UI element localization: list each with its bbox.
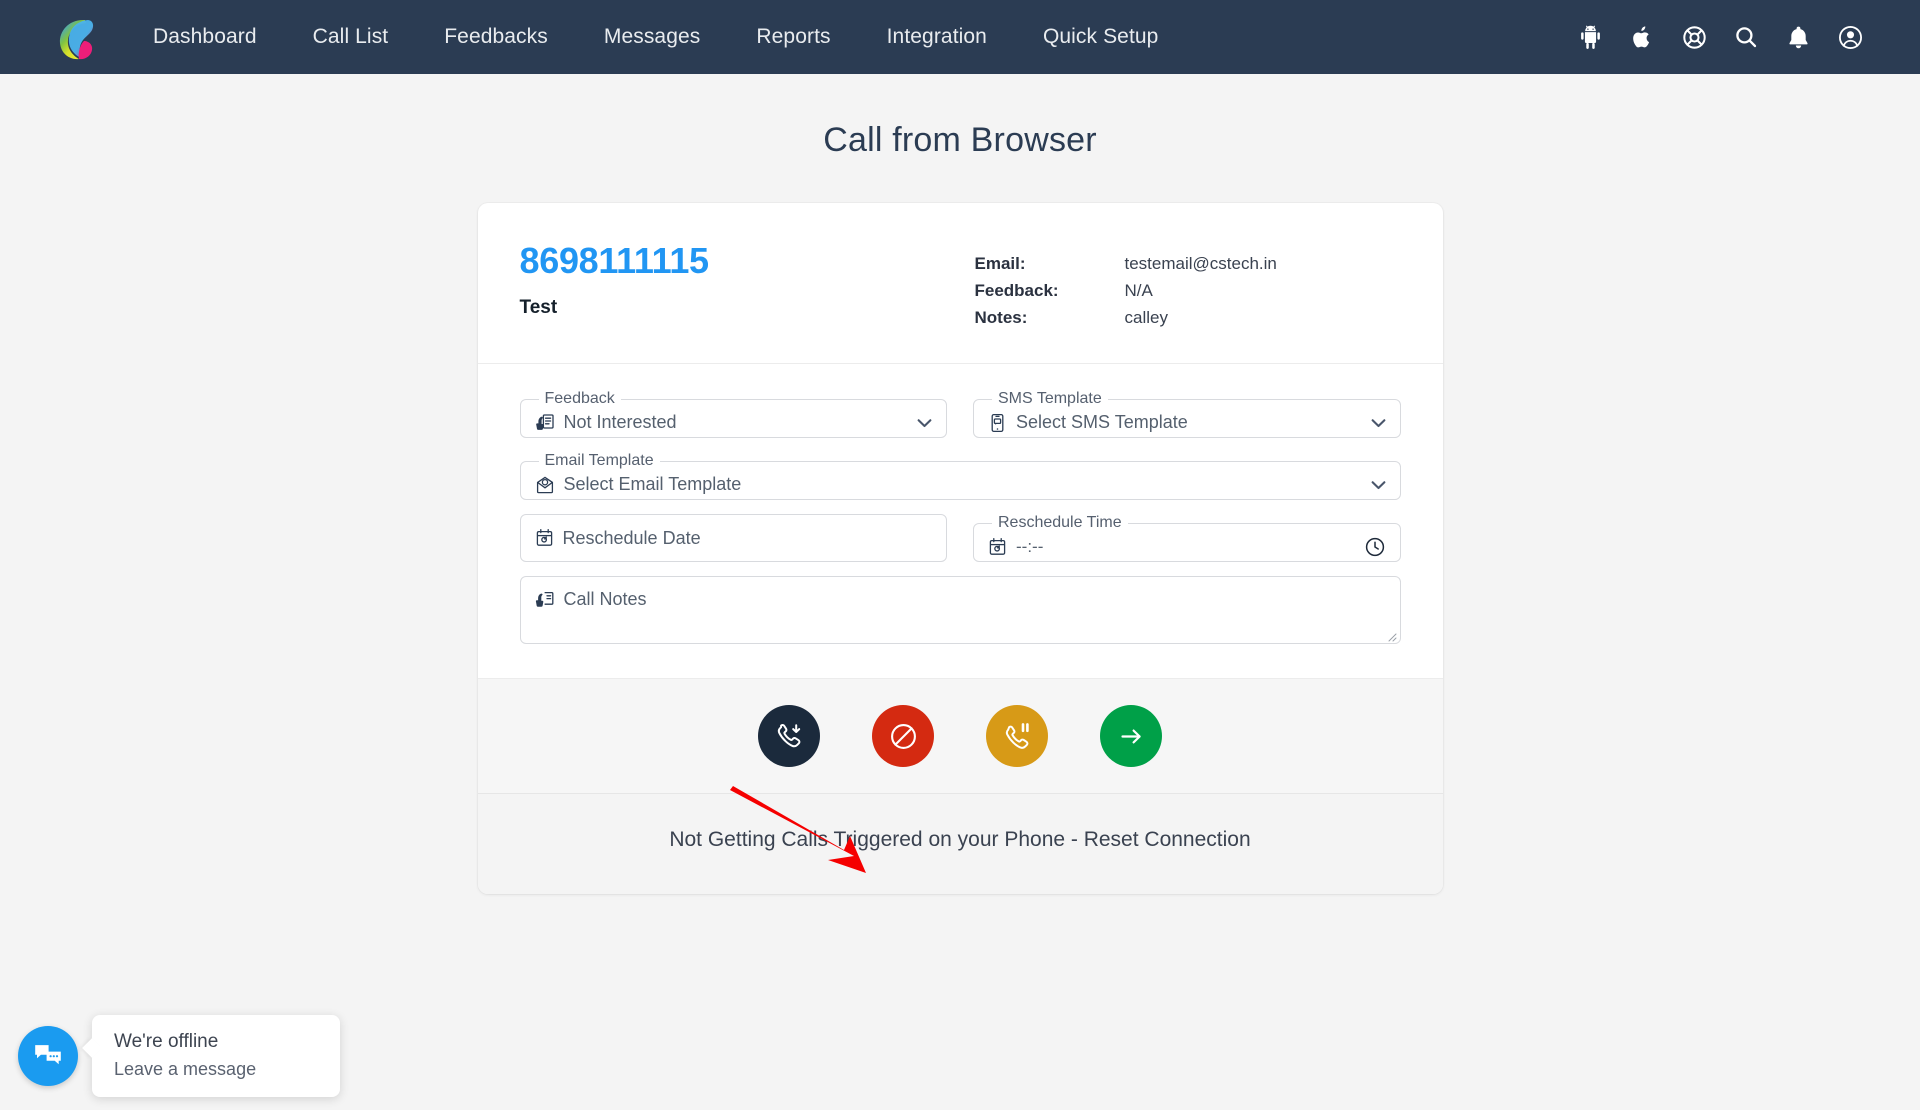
- nav-item: Integration: [859, 0, 1015, 74]
- notes-hand-icon: [535, 590, 555, 610]
- apple-icon[interactable]: [1616, 11, 1668, 63]
- chat-bubbles-icon: [35, 1045, 61, 1065]
- detail-value-notes: calley: [1124, 308, 1168, 327]
- contact-phone-number: 8698111115: [519, 240, 710, 281]
- sms-template-select[interactable]: SMS Template Select SMS Template: [973, 390, 1401, 438]
- nav-link-messages[interactable]: Messages: [576, 0, 729, 74]
- lifebuoy-icon[interactable]: [1668, 11, 1720, 63]
- contact-details: Email: testemail@cstech.in Feedback: N/A…: [975, 243, 1401, 331]
- nav-link-integration[interactable]: Integration: [859, 0, 1015, 74]
- nav-link-dashboard[interactable]: Dashboard: [125, 0, 285, 74]
- reschedule-time-field: Reschedule Time --:--: [973, 514, 1401, 562]
- block-ban-icon: [890, 723, 916, 749]
- nav-link-call-list[interactable]: Call List: [285, 0, 417, 74]
- email-template-field: Email Template Select Email Template: [519, 452, 1401, 500]
- nav-link-quick-setup[interactable]: Quick Setup: [1015, 0, 1187, 74]
- clock-icon[interactable]: [1364, 536, 1386, 558]
- arrow-right-icon: [1120, 729, 1141, 743]
- call-notes-field: Call Notes: [519, 576, 1401, 644]
- phone-down-icon: [777, 724, 801, 748]
- detail-value-feedback: N/A: [1124, 281, 1153, 300]
- feedback-field: Feedback Not Interested: [519, 390, 947, 438]
- sms-template-value: Select SMS Template: [1016, 412, 1188, 432]
- resize-handle[interactable]: [1385, 629, 1397, 642]
- nav-item: Dashboard: [125, 0, 285, 74]
- page-content: Call from Browser 8698111115 Test Email:…: [0, 74, 1920, 1110]
- detail-label-email: Email:: [974, 254, 1026, 273]
- android-icon[interactable]: [1564, 11, 1616, 63]
- nav-links-list: Dashboard Call List Feedbacks Messages R…: [125, 0, 1186, 74]
- contact-name: Test: [519, 297, 558, 318]
- contact-block: 8698111115 Test: [520, 243, 975, 319]
- nav-item: Feedbacks: [416, 0, 576, 74]
- hangup-call-button[interactable]: [758, 705, 820, 767]
- form-row-1: Feedback Not Interested SMS Template Sel…: [519, 390, 1401, 438]
- nav-item: Reports: [728, 0, 858, 74]
- detail-label-notes: Notes:: [974, 308, 1028, 327]
- detail-value-email: testemail@cstech.in: [1124, 254, 1277, 273]
- nav-item: Call List: [285, 0, 417, 74]
- card-header: 8698111115 Test Email: testemail@cstech.…: [477, 203, 1443, 364]
- calley-logo[interactable]: [55, 14, 97, 62]
- card-body: Feedback Not Interested SMS Template Sel…: [478, 364, 1443, 678]
- chevron-down-icon[interactable]: [1371, 418, 1386, 428]
- detail-row-email: Email: testemail@cstech.in: [975, 250, 1401, 277]
- chat-status-title: We're offline: [114, 1031, 219, 1053]
- page-title: Call from Browser: [823, 121, 1097, 159]
- chat-widget: We're offline Leave a message: [18, 1015, 340, 1097]
- calendar-icon: [535, 528, 554, 548]
- block-number-button[interactable]: [872, 705, 934, 767]
- nav-item: Messages: [576, 0, 729, 74]
- top-navbar: Dashboard Call List Feedbacks Messages R…: [0, 0, 1920, 74]
- form-row-2: Email Template Select Email Template: [519, 452, 1401, 500]
- feedback-legend: Feedback: [544, 390, 615, 407]
- calendar-icon: [988, 537, 1007, 557]
- search-icon[interactable]: [1720, 11, 1772, 63]
- reschedule-time-input[interactable]: Reschedule Time --:--: [973, 514, 1401, 562]
- navbar-actions: [1564, 0, 1876, 74]
- feedback-value: Not Interested: [563, 412, 677, 432]
- reset-connection-note[interactable]: Not Getting Calls Triggered on your Phon…: [477, 793, 1443, 894]
- phone-pause-icon: [1005, 723, 1029, 749]
- feedback-select[interactable]: Feedback Not Interested: [519, 390, 947, 438]
- reschedule-date-field: Reschedule Date: [519, 514, 947, 562]
- detail-row-notes: Notes: calley: [975, 304, 1401, 331]
- chat-tooltip[interactable]: We're offline Leave a message: [92, 1015, 340, 1097]
- reschedule-date-input[interactable]: Reschedule Date: [519, 514, 947, 562]
- call-action-buttons: [477, 678, 1443, 793]
- nav-link-feedbacks[interactable]: Feedbacks: [416, 0, 576, 74]
- form-row-4: Call Notes: [519, 576, 1401, 644]
- form-row-3: Reschedule Date Reschedule Time --:--: [519, 514, 1401, 562]
- detail-label-feedback: Feedback:: [974, 281, 1059, 300]
- reschedule-date-placeholder: Reschedule Date: [562, 527, 701, 548]
- reschedule-time-value: --:--: [1016, 536, 1044, 556]
- chat-status-subtitle: Leave a message: [114, 1058, 257, 1079]
- email-template-select[interactable]: Email Template Select Email Template: [519, 452, 1401, 500]
- call-from-browser-card: 8698111115 Test Email: testemail@cstech.…: [477, 203, 1443, 894]
- call-notes-textarea[interactable]: Call Notes: [519, 576, 1401, 644]
- feedback-hand-icon: [535, 413, 555, 433]
- reschedule-time-legend: Reschedule Time: [998, 514, 1122, 531]
- sms-template-legend: SMS Template: [998, 390, 1102, 407]
- sms-template-field: SMS Template Select SMS Template: [973, 390, 1401, 438]
- email-template-legend: Email Template: [544, 452, 654, 469]
- nav-link-reports[interactable]: Reports: [728, 0, 858, 74]
- call-notes-placeholder: Call Notes: [563, 589, 647, 609]
- email-template-value: Select Email Template: [563, 474, 742, 494]
- chat-launcher-button[interactable]: [18, 1026, 78, 1087]
- notification-bell-icon[interactable]: [1772, 11, 1824, 63]
- chevron-down-icon[interactable]: [917, 418, 932, 428]
- next-call-button[interactable]: [1100, 705, 1162, 767]
- email-envelope-icon: [535, 475, 555, 495]
- hold-call-button[interactable]: [986, 705, 1048, 767]
- chevron-down-icon[interactable]: [1371, 480, 1386, 490]
- detail-row-feedback: Feedback: N/A: [975, 277, 1401, 304]
- sms-mobile-icon: [988, 413, 1007, 433]
- nav-item: Quick Setup: [1015, 0, 1187, 74]
- user-account-icon[interactable]: [1824, 11, 1876, 63]
